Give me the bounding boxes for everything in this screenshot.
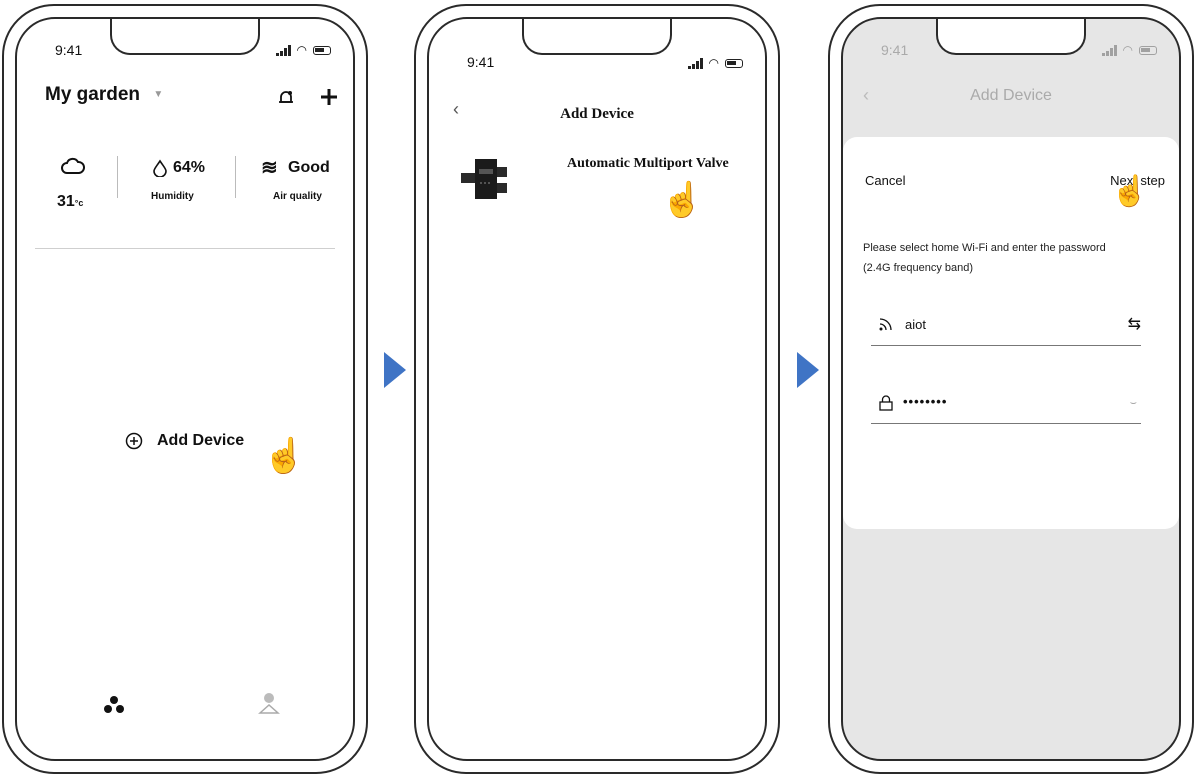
temperature-number: 31: [57, 193, 75, 210]
password-field-underline: [871, 423, 1141, 424]
status-time: 9:41: [55, 42, 83, 58]
page-title: Add Device: [970, 87, 1052, 104]
battery-icon: [313, 45, 331, 55]
pointer-hand-icon: ☝: [263, 437, 306, 475]
battery-icon: [725, 58, 743, 68]
air-waves-icon: ≋: [261, 157, 278, 179]
step-arrow-icon: [797, 352, 819, 388]
air-quality-label: Air quality: [273, 191, 322, 202]
status-icons: ◠: [687, 56, 743, 70]
step-arrow-icon: [384, 352, 406, 388]
valve-device-icon: [461, 159, 507, 199]
wifi-icon: ◠: [708, 56, 719, 70]
phone-notch: [522, 19, 672, 55]
battery-icon: [1139, 45, 1157, 55]
cancel-button[interactable]: Cancel: [865, 173, 905, 188]
pointer-hand-icon: ☝: [661, 181, 704, 219]
status-icons: ◠: [275, 43, 331, 57]
air-quality-value: Good: [288, 159, 330, 176]
wifi-icon: ◠: [1122, 43, 1133, 57]
page-title: Add Device: [560, 106, 634, 122]
device-name[interactable]: Automatic Multiport Valve: [567, 155, 737, 172]
water-drop-icon: [153, 159, 167, 177]
temperature-value: 31°c: [57, 193, 83, 211]
add-device-button[interactable]: Add Device: [125, 432, 244, 450]
pointer-hand-icon: ☝: [1111, 175, 1149, 208]
signal-icon: [687, 57, 703, 69]
phone-add-device-screen: 9:41 ◠ ‹ Add Device 8888 Automatic Multi…: [414, 4, 780, 774]
password-value: ••••••••: [903, 394, 948, 409]
phone-home-screen: 9:41 ◠ My garden ▼ 31°c 64% Humidity ≋ G…: [2, 4, 368, 774]
add-device-label: Add Device: [157, 432, 245, 449]
wifi-icon: ◠: [296, 43, 307, 57]
signal-icon: [1101, 44, 1117, 56]
temperature-unit: °c: [74, 198, 84, 208]
divider: [117, 156, 118, 198]
phone-wifi-setup-screen: 9:41 ◠ ‹ Add Device Cancel Next step ☝ P…: [828, 4, 1194, 774]
add-circle-icon: [125, 432, 143, 450]
signal-icon: [275, 44, 291, 56]
wifi-sheet: Cancel Next step ☝ Please select home Wi…: [843, 137, 1179, 529]
devices-tab-icon[interactable]: [103, 695, 125, 715]
wifi-network-field[interactable]: aiot ⇆: [871, 314, 1141, 341]
humidity-label: Humidity: [151, 191, 194, 202]
garden-selector[interactable]: My garden ▼: [45, 84, 163, 106]
humidity-value: 64%: [173, 159, 206, 176]
plus-icon[interactable]: [319, 87, 339, 107]
phone-screen: 9:41 ◠ My garden ▼ 31°c 64% Humidity ≋ G…: [15, 17, 355, 761]
switch-network-icon[interactable]: ⇆: [1128, 314, 1141, 334]
phone-notch: [110, 19, 260, 55]
divider: [235, 156, 236, 198]
status-time: 9:41: [467, 54, 495, 70]
page-title: My garden: [45, 84, 141, 105]
phone-screen: 9:41 ◠ ‹ Add Device 8888 Automatic Multi…: [427, 17, 767, 761]
status-time: 9:41: [881, 42, 909, 58]
bell-icon[interactable]: [277, 89, 295, 107]
status-icons: ◠: [1101, 43, 1157, 57]
section-divider: [35, 248, 335, 249]
phone-screen: 9:41 ◠ ‹ Add Device Cancel Next step ☝ P…: [841, 17, 1181, 761]
device-list-item[interactable]: [459, 159, 509, 199]
wifi-instruction: Please select home Wi-Fi and enter the p…: [863, 242, 1106, 274]
device-screen-text: 8888: [453, 159, 454, 160]
phone-notch: [936, 19, 1086, 55]
wifi-signal-icon: [879, 318, 892, 331]
password-field[interactable]: •••••••• ⌣: [871, 394, 1141, 419]
wifi-field-underline: [871, 345, 1141, 346]
cloud-icon: [61, 157, 85, 174]
caret-down-icon: ▼: [153, 89, 164, 101]
hide-password-icon[interactable]: ⌣: [1130, 397, 1137, 410]
wifi-network-name: aiot: [905, 317, 926, 332]
profile-tab-icon[interactable]: [257, 691, 281, 715]
lock-icon: [879, 395, 893, 411]
